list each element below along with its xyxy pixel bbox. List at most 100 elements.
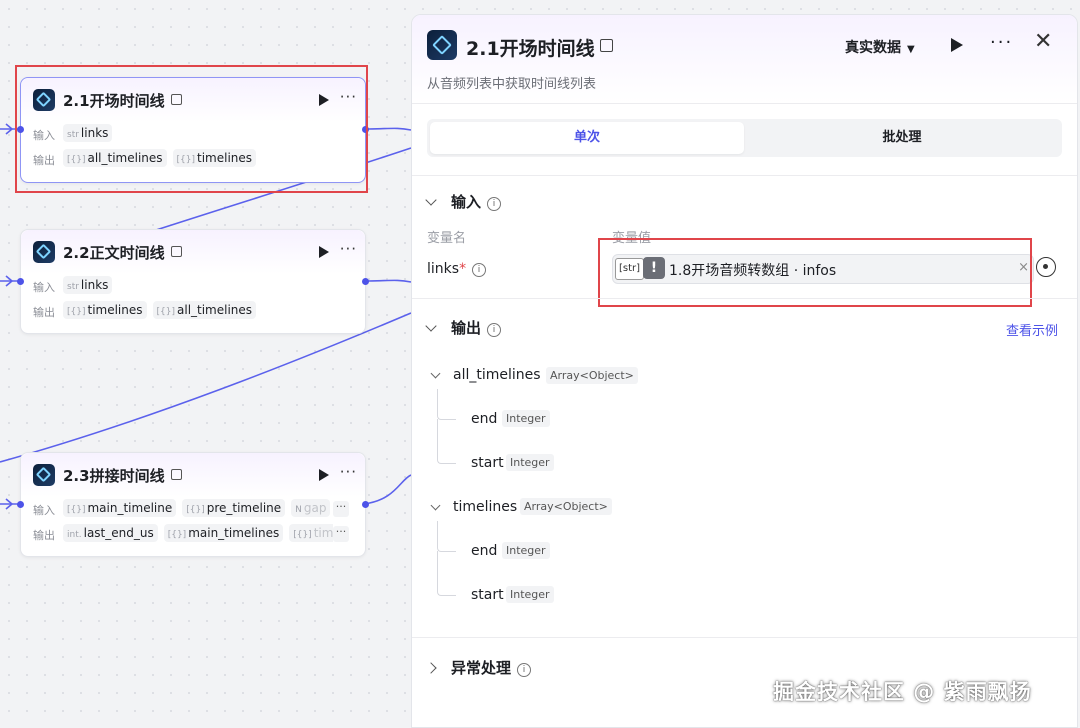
output-child-name: start <box>471 587 504 603</box>
run-node-button[interactable] <box>319 246 329 258</box>
param-chip: [{}] timelines <box>172 149 257 167</box>
more-params-button[interactable]: ··· <box>333 501 349 517</box>
node-more-button[interactable]: ··· <box>340 463 357 481</box>
tree-line <box>437 419 456 464</box>
output-child-name: end <box>471 411 498 427</box>
node-output-row: 输出 [{}] all_timelines[{}] timelines <box>21 147 365 172</box>
chevron-right-icon <box>425 662 437 674</box>
input-port[interactable] <box>17 501 24 508</box>
run-node-button[interactable] <box>319 469 329 481</box>
param-type: [{}] <box>67 505 86 515</box>
input-port[interactable] <box>17 278 24 285</box>
output-label: 输出 <box>33 529 55 542</box>
param-type: [{}] <box>176 155 196 165</box>
param-chip: [{}] main_timeline <box>63 499 177 517</box>
edge-line <box>363 127 412 131</box>
node-header: 2.2正文时间线 ··· <box>21 230 365 274</box>
info-icon[interactable]: i <box>472 263 487 277</box>
var-name-links: links* i <box>427 261 487 277</box>
output-field-name: all_timelines <box>453 367 541 383</box>
run-mode-tabs: 单次 批处理 <box>427 119 1062 157</box>
view-example-link[interactable]: 查看示例 <box>1006 320 1058 339</box>
node-title: 2.1开场时间线 <box>63 90 182 111</box>
node-title: 2.2正文时间线 <box>63 242 182 263</box>
caret-down-icon: ▼ <box>907 44 915 55</box>
output-port[interactable] <box>362 501 369 508</box>
param-name: all_timelines <box>87 151 163 165</box>
param-chip: [{}] all_timelines <box>63 149 167 167</box>
param-name: pre_timeline <box>206 501 282 515</box>
node-more-button[interactable]: ··· <box>340 240 357 258</box>
info-icon[interactable]: i <box>487 197 502 211</box>
output-child-type: Integer <box>506 454 554 471</box>
run-button[interactable] <box>951 38 963 52</box>
input-section-header[interactable]: 输入 i <box>425 191 502 212</box>
param-type: str <box>67 130 79 140</box>
chevron-down-icon[interactable] <box>430 500 441 511</box>
output-port[interactable] <box>362 126 369 133</box>
watermark: 掘金技术社区 @ 紫雨飘扬 <box>773 680 1032 704</box>
info-icon[interactable]: i <box>487 323 502 337</box>
output-field-type: Array<Object> <box>546 367 638 384</box>
required-mark: * <box>459 261 467 277</box>
plugin-logo-icon <box>33 241 55 263</box>
workflow-node-opening-timeline[interactable]: 2.1开场时间线 ··· 输入 str links 输出 [{}] all_time… <box>17 77 369 183</box>
param-chip: str links <box>63 124 113 142</box>
output-section-title: 输出 <box>451 319 482 337</box>
param-type: [{}] <box>67 307 86 317</box>
param-type: str <box>67 282 79 292</box>
tree-line <box>437 521 456 552</box>
output-field-name: timelines <box>453 499 518 515</box>
node-input-row: 输入 [{}] main_timeline[{}] pre_timeline Ngap… <box>21 497 365 522</box>
target-icon[interactable] <box>1036 257 1056 277</box>
input-label: 输入 <box>33 281 55 294</box>
workflow-node-main-timeline[interactable]: 2.2正文时间线 ··· 输入 str links 输出 [{}] timeline… <box>17 229 369 334</box>
save-icon[interactable] <box>600 39 613 52</box>
highlight-box <box>598 238 1032 307</box>
edge-line <box>363 279 412 283</box>
param-type: N <box>295 505 302 515</box>
more-params-button[interactable]: ··· <box>333 526 349 542</box>
param-type: [{}] <box>167 530 187 540</box>
error-handling-section-header[interactable]: 异常处理 i <box>425 657 532 678</box>
plugin-logo-icon <box>33 89 55 111</box>
node-more-button[interactable]: ··· <box>340 88 357 106</box>
input-label: 输入 <box>33 129 55 142</box>
data-mode-label: 真实数据 <box>845 40 901 56</box>
plugin-logo-icon <box>33 464 55 486</box>
save-icon <box>170 469 182 480</box>
param-type: [{}] <box>186 505 205 515</box>
run-node-button[interactable] <box>319 94 329 106</box>
input-section-title: 输入 <box>451 193 482 211</box>
input-label: 输入 <box>33 504 55 517</box>
chevron-down-icon <box>425 194 437 206</box>
output-section-header[interactable]: 输出 i <box>425 317 502 338</box>
param-name: timelines <box>87 303 143 317</box>
chevron-down-icon <box>425 320 437 332</box>
output-child-name: end <box>471 543 498 559</box>
input-port[interactable] <box>17 126 24 133</box>
output-child-type: Integer <box>502 542 550 559</box>
tab-batch[interactable]: 批处理 <box>745 122 1059 154</box>
tab-single[interactable]: 单次 <box>430 122 744 154</box>
info-icon[interactable]: i <box>517 663 532 677</box>
close-button[interactable]: ✕ <box>1034 29 1052 54</box>
param-type: [{}] <box>67 155 86 165</box>
chevron-down-icon[interactable] <box>430 368 441 379</box>
param-name: gap <box>303 501 327 515</box>
edge-line <box>0 312 412 463</box>
data-mode-dropdown[interactable]: 真实数据 ▼ <box>845 37 915 57</box>
output-child-name: start <box>471 455 504 471</box>
param-chip: [{}] main_timelines <box>163 524 284 542</box>
output-port[interactable] <box>362 278 369 285</box>
node-header: 2.1开场时间线 ··· <box>21 78 365 122</box>
param-chip: [{}] pre_timeline <box>182 499 286 517</box>
tree-line <box>437 551 456 596</box>
param-name: main_timelines <box>188 526 280 540</box>
save-icon <box>170 246 182 257</box>
more-button[interactable]: ··· <box>990 32 1013 53</box>
workflow-node-merge-timeline[interactable]: 2.3拼接时间线 ··· 输入 [{}] main_timeline[{}] pre… <box>17 452 369 557</box>
node-title-text: 2.3拼接时间线 <box>63 467 165 485</box>
save-icon <box>170 94 182 105</box>
param-chip: [{}] all_timelines <box>152 301 257 319</box>
